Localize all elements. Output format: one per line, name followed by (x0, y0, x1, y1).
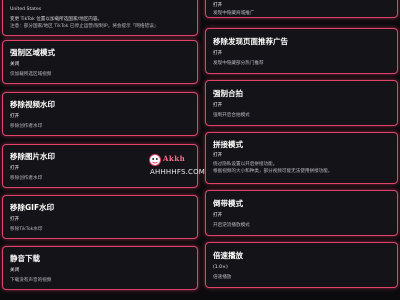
reverse-mode-status: 打开 (213, 213, 223, 218)
card-remove-discover-ads[interactable]: 移除发现页面推荐广告 打开 发现中隐藏部分热门推荐 (205, 28, 398, 74)
card-hide-store[interactable]: 打开 发现中隐藏商城推广 (205, 0, 398, 18)
stitch-mode-desc2: 根据视频的大小和种类，部分视频可能无法使用拼接功能。 (213, 169, 333, 174)
card-force-region[interactable]: 强制区域模式 关闭 仅加载所选区域视频 (2, 40, 198, 84)
force-region-desc: 仅加载所选区域视频 (10, 72, 52, 77)
speed-play-status: (1.0×) (213, 265, 228, 270)
remove-watermark-status: 打开 (10, 114, 20, 119)
region-value: United States (10, 7, 42, 12)
card-remove-gif-watermark[interactable]: 移除GIF水印 打开 移除TikTok水印 (2, 195, 198, 239)
remove-watermark-desc: 移除创作者水印 (10, 124, 43, 129)
gif-watermark-status: 打开 (10, 217, 20, 222)
card-silent-download[interactable]: 静音下载 关闭 下载没有声音的视频 (2, 246, 198, 290)
hide-store-status: 打开 (213, 3, 223, 8)
watermark-logo-icon (149, 154, 161, 166)
hide-store-desc: 发现中隐藏商城推广 (213, 11, 255, 16)
silent-download-desc: 下载没有声音的视频 (10, 278, 52, 283)
card-region-info[interactable]: United States 变更 TikTok 位置以加载所选国家/地区内容。 … (2, 0, 198, 36)
gif-watermark-desc: 移除TikTok水印 (10, 227, 43, 232)
force-region-title: 强制区域模式 (10, 48, 55, 57)
stitch-mode-status: 打开 (213, 153, 223, 158)
discover-ads-desc: 发现中隐藏部分热门推荐 (213, 61, 264, 66)
speed-play-desc: 倍速播放 (213, 275, 232, 280)
reverse-mode-desc: 开启逆流播放模式 (213, 223, 250, 228)
force-collab-desc: 强制开启合拍模式 (213, 113, 250, 118)
card-remove-video-watermark[interactable]: 移除视频水印 打开 移除创作者水印 (2, 92, 198, 136)
watermark-url: AHHHHFS.COM (150, 168, 206, 176)
photo-watermark-desc: 移除创作者水印 (10, 176, 43, 181)
discover-ads-title: 移除发现页面推荐广告 (213, 37, 288, 46)
watermark-brand: Akkh (163, 154, 186, 163)
card-force-collab[interactable]: 强制合拍 打开 强制开启合拍模式 (205, 80, 398, 126)
region-desc: 变更 TikTok 位置以加载所选国家/地区内容。 (10, 17, 103, 22)
card-speed-play[interactable]: 倍速播放 (1.0×) 倍速播放 (205, 242, 398, 288)
card-reverse-mode[interactable]: 倒带模式 打开 开启逆流播放模式 (205, 190, 398, 236)
stitch-mode-title: 拼接模式 (213, 140, 243, 149)
force-collab-title: 强制合拍 (213, 89, 243, 98)
remove-watermark-title: 移除视频水印 (10, 100, 55, 109)
region-note: 注意：部分国家/地区 TikTok 已停止运营/限制IP，将会提示「网络错误」 (10, 24, 159, 29)
silent-download-status: 关闭 (10, 268, 20, 273)
stitch-mode-desc1: 绕过隐私设置以开启拼接功能。 (213, 162, 278, 167)
discover-ads-status: 打开 (213, 51, 223, 56)
silent-download-title: 静音下载 (10, 254, 40, 263)
speed-play-title: 倍速播放 (213, 251, 243, 260)
gif-watermark-title: 移除GIF水印 (10, 203, 55, 212)
card-remove-photo-watermark[interactable]: 移除图片水印 打开 移除创作者水印 (2, 144, 198, 188)
reverse-mode-title: 倒带模式 (213, 199, 243, 208)
force-region-status: 关闭 (10, 62, 20, 67)
card-stitch-mode[interactable]: 拼接模式 打开 绕过隐私设置以开启拼接功能。 根据视频的大小和种类，部分视频可能… (205, 132, 398, 184)
force-collab-status: 打开 (213, 103, 223, 108)
